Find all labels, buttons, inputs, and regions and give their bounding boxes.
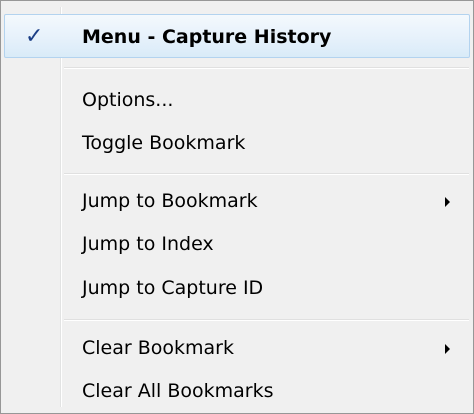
- menu-separator: [64, 319, 469, 321]
- menu-item-label: Menu - Capture History: [82, 26, 332, 48]
- menu-item-label: Options...: [82, 89, 174, 111]
- menu-separator: [64, 67, 469, 69]
- menu-item-options[interactable]: Options...: [4, 78, 470, 122]
- check-icon: ✓: [25, 24, 44, 49]
- chevron-right-icon: [445, 344, 450, 354]
- menu-item-label: Jump to Index: [82, 233, 214, 255]
- menu-item-label: Clear All Bookmarks: [82, 380, 274, 402]
- menu-item-jump-to-capture-id[interactable]: Jump to Capture ID: [4, 266, 470, 310]
- menu-item-jump-to-index[interactable]: Jump to Index: [4, 222, 470, 266]
- menu-item-clear-bookmark[interactable]: Clear Bookmark: [4, 326, 470, 370]
- menu-item-label: Jump to Bookmark: [82, 190, 258, 212]
- menu-item-clear-all-bookmarks[interactable]: Clear All Bookmarks: [4, 369, 470, 413]
- menu-item-jump-to-bookmark[interactable]: Jump to Bookmark: [4, 179, 470, 223]
- menu-item-toggle-bookmark[interactable]: Toggle Bookmark: [4, 121, 470, 165]
- menu-item-label: Toggle Bookmark: [82, 132, 246, 154]
- menu-item-label: Jump to Capture ID: [82, 277, 264, 299]
- menu-separator: [64, 173, 469, 175]
- chevron-right-icon: [445, 197, 450, 207]
- menu-item-label: Clear Bookmark: [82, 337, 234, 359]
- menu-item-capture-history[interactable]: ✓ Menu - Capture History: [4, 14, 470, 58]
- context-menu: ✓ Menu - Capture History Options... Togg…: [0, 0, 474, 414]
